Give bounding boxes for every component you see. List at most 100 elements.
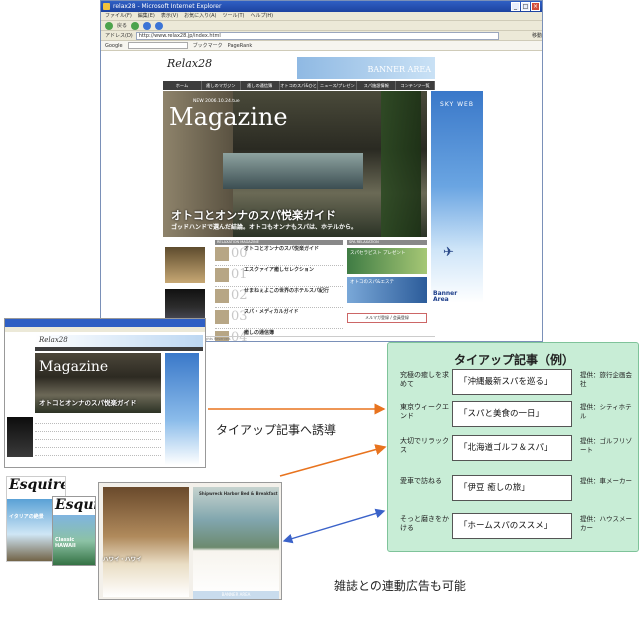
preview-magazine-title: Magazine	[39, 359, 109, 375]
title-bar	[5, 319, 205, 327]
nav-magazine[interactable]: 癒しのマガジン	[202, 81, 241, 90]
preview-nav	[35, 347, 203, 351]
magazine-title: Magazine	[169, 103, 288, 131]
close-button[interactable]: ×	[531, 2, 540, 11]
tieup-guide-label: タイアップ記事へ誘導	[216, 423, 337, 437]
tieup-title: タイアップ記事（例）	[453, 353, 574, 367]
back-label[interactable]: 戻る	[117, 22, 127, 29]
browser-window: relax28 - Microsoft Internet Explorer _ …	[100, 0, 543, 342]
menu-file[interactable]: ファイル(F)	[105, 12, 132, 20]
tieup-article[interactable]: 「北海道ゴルフ＆スパ」	[452, 435, 572, 461]
ad-banner[interactable]: スパセラピスト プレゼント	[347, 248, 427, 274]
airplane-icon: ✈	[443, 245, 454, 260]
tieup-article[interactable]: 「ホームスパのススメ」	[452, 513, 572, 539]
nav-report[interactable]: 癒しの通信簿	[241, 81, 280, 90]
article-title[interactable]: エスクァイア癒しセレクション	[244, 268, 314, 273]
article-number: 03	[231, 309, 248, 324]
tieup-theme: 究極の癒しを求めて	[400, 371, 449, 388]
address-label: アドレス(D)	[105, 33, 133, 39]
table-row: 究極の癒しを求めて 「沖縄最新スパを巡る」 提供：旅行企画会社	[394, 367, 634, 397]
favorites-icon[interactable]	[155, 21, 164, 30]
nav-news[interactable]: ニュース/プレゼント	[318, 81, 358, 97]
section-header: SPA RELAXATION	[347, 240, 427, 245]
menu-help[interactable]: ヘルプ(H)	[250, 12, 273, 20]
google-search-input[interactable]	[127, 42, 188, 49]
esquire-covers: Esquire イタリアの絶景 Esquire Classic HAWAII	[6, 476, 96, 566]
hero-headline: オトコとオンナのスパ悦楽ガイド	[171, 209, 336, 222]
arrow-magazine-to-tieup	[279, 444, 387, 477]
preview-headline: オトコとオンナのスパ悦楽ガイド	[39, 399, 137, 407]
article-number: 01	[231, 267, 248, 282]
search-icon[interactable]	[143, 21, 152, 30]
ie-icon	[103, 3, 110, 10]
article-title[interactable]: せまねぇよこの世界のホテルスパ紀行	[244, 289, 329, 294]
sky-web-banner[interactable]: SKY WEB	[431, 91, 483, 303]
menu-bar: ファイル(F) 編集(E) 表示(V) お気に入り(A) ツール(T) ヘルプ(…	[101, 12, 542, 21]
menu-favorites[interactable]: お気に入り(A)	[184, 12, 216, 20]
article-title[interactable]: オトコとオンナのスパ悦楽ガイド	[244, 247, 319, 252]
hero-subhead: ゴッドハンドで選んだ結論。オトコもオンナもスパは、ホテルから。	[171, 224, 358, 231]
hero-pool	[223, 153, 363, 189]
menu-bar	[5, 327, 205, 332]
relax28-site: Relax28 BANNER AREA ホーム 癒しのマガジン 癒しの通信簿 オ…	[163, 57, 483, 341]
spread-title: ハワイ・ハワイ	[103, 557, 142, 563]
nav-home[interactable]: ホーム	[163, 81, 202, 90]
tieup-article[interactable]: 「スパと美食の一日」	[452, 401, 572, 427]
maximize-button[interactable]: □	[521, 2, 530, 11]
tieup-panel: タイアップ記事（例） 究極の癒しを求めて 「沖縄最新スパを巡る」 提供：旅行企画…	[387, 342, 639, 552]
google-toolbar: Google ブックマーク PageRank	[101, 41, 542, 51]
hero-plants	[381, 91, 421, 237]
address-input[interactable]: http://www.relax28.jp/index.html	[135, 31, 499, 40]
menu-view[interactable]: 表示(V)	[161, 12, 178, 20]
article-thumbnail	[215, 289, 229, 303]
table-row: 愛車で訪ねる 「伊豆 癒しの旅」 提供：車メーカー	[394, 473, 634, 503]
tieup-sponsor: 提供：ゴルフリゾート	[580, 437, 632, 454]
spread-left-page	[103, 487, 189, 597]
hero-image[interactable]: NEW 2006.10.24.tue Magazine オトコとオンナのスパ悦楽…	[163, 91, 427, 237]
list-item[interactable]: 00 オトコとオンナのスパ悦楽ガイド	[215, 245, 343, 266]
tieup-sponsor: 提供：ハウスメーカー	[580, 515, 632, 532]
table-row: そっと磨きをかける 「ホームスパのススメ」 提供：ハウスメーカー	[394, 511, 634, 541]
preview-header: Relax28	[35, 335, 203, 347]
preview-sky-banner	[165, 353, 199, 465]
spread-banner: BANNER AREA	[193, 591, 279, 599]
browser-thumbnail: Relax28 Magazine オトコとオンナのスパ悦楽ガイド	[4, 318, 206, 468]
arrow-tieup-to-magazine	[282, 508, 386, 544]
site-preview: Relax28 Magazine オトコとオンナのスパ悦楽ガイド	[7, 335, 203, 467]
forward-icon[interactable]	[131, 21, 140, 30]
window-title: relax28 - Microsoft Internet Explorer	[113, 3, 222, 10]
preview-list	[35, 417, 161, 457]
magazine-spread: ハワイ・ハワイ Shipwreck Harbor Bed & Breakfast…	[98, 482, 282, 600]
spread-right-title: Shipwreck Harbor Bed & Breakfast	[199, 491, 278, 496]
banner-area[interactable]: BANNER AREA	[297, 57, 435, 79]
article-thumbnail	[215, 268, 229, 282]
menu-tools[interactable]: ツール(T)	[223, 12, 245, 20]
address-bar: アドレス(D) http://www.relax28.jp/index.html…	[101, 31, 542, 41]
minimize-button[interactable]: _	[511, 2, 520, 11]
list-item[interactable]: 02 せまねぇよこの世界のホテルスパ紀行	[215, 287, 343, 308]
list-item[interactable]: 03 スパ・メディカルガイド	[215, 308, 343, 329]
article-title[interactable]: スパ・メディカルガイド	[244, 310, 299, 315]
member-signup-button[interactable]: メルマガ登録 / 会員登録	[347, 313, 427, 323]
nav-spa-info[interactable]: スパ施設情報	[357, 81, 397, 90]
thumbnail-image[interactable]	[165, 247, 205, 283]
pagerank-indicator: PageRank	[227, 42, 253, 49]
page-viewport: Relax28 BANNER AREA ホーム 癒しのマガジン 癒しの通信簿 オ…	[101, 53, 542, 341]
back-icon[interactable]	[105, 21, 113, 30]
nav-mens-spa[interactable]: オトコのスパ&ひとりごと	[280, 81, 319, 97]
preview-hero: Magazine オトコとオンナのスパ悦楽ガイド	[35, 353, 161, 413]
bookmark-button[interactable]: ブックマーク	[193, 42, 223, 49]
site-logo[interactable]: Relax28	[167, 57, 212, 70]
article-list: RELAXATION MAGAZINE 00 オトコとオンナのスパ悦楽ガイド 01…	[215, 240, 343, 341]
go-button[interactable]: 移動	[532, 32, 542, 39]
menu-edit[interactable]: 編集(E)	[138, 12, 155, 20]
esquire-logo: Esquire	[9, 477, 66, 493]
tieup-sponsor: 提供：旅行企画会社	[580, 371, 632, 388]
tieup-article[interactable]: 「伊豆 癒しの旅」	[452, 475, 572, 501]
sky-banner-label: Banner Area	[433, 290, 458, 303]
list-item[interactable]: 01 エスクァイア癒しセレクション	[215, 266, 343, 287]
tieup-article[interactable]: 「沖縄最新スパを巡る」	[452, 369, 572, 395]
ad-banner[interactable]: オトコのスパ&エステ	[347, 277, 427, 303]
article-thumbnail	[215, 247, 229, 261]
nav-contents[interactable]: コンテンツ一覧	[396, 81, 436, 90]
